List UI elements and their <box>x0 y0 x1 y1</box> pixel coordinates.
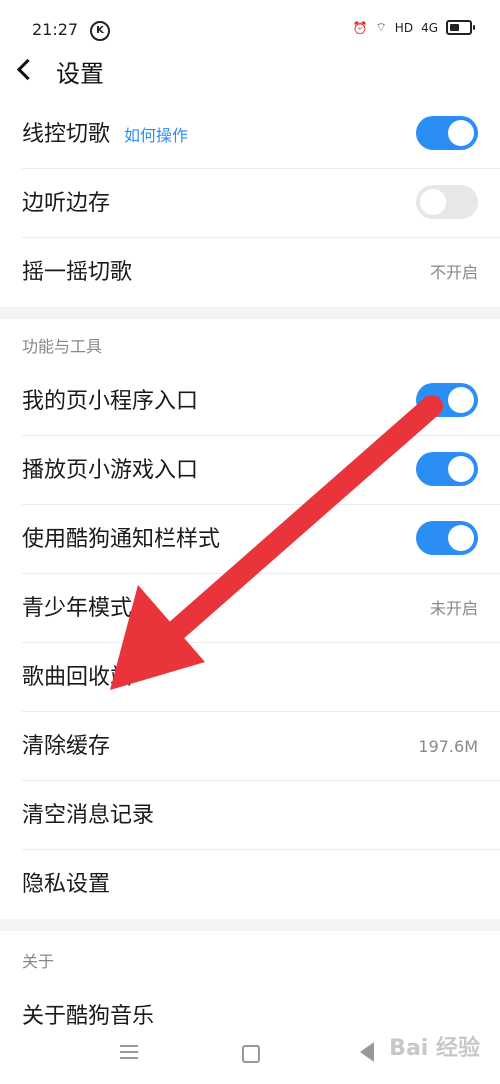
section-gap <box>0 919 500 931</box>
setting-label: 使用酷狗通知栏样式 <box>22 527 221 552</box>
page-header: 设置 <box>0 44 500 100</box>
setting-label: 清空消息记录 <box>22 803 155 828</box>
section-title-about: 关于 <box>22 952 55 971</box>
setting-label: 线控切歌 <box>22 122 111 147</box>
cache-size-value: 197.6M <box>418 737 478 756</box>
network-label: HD <box>394 20 414 35</box>
alarm-icon: ⏰ <box>352 20 368 35</box>
setting-row-listen-save[interactable]: 边听边存 <box>0 169 500 238</box>
home-icon[interactable] <box>242 1045 260 1063</box>
page-title: 设置 <box>56 60 104 88</box>
setting-row-clear-cache[interactable]: 清除缓存 197.6M <box>0 712 500 781</box>
back-icon[interactable] <box>16 58 39 81</box>
back-triangle-icon[interactable] <box>360 1042 374 1062</box>
setting-label: 播放页小游戏入口 <box>22 458 199 483</box>
setting-row-recycle-bin[interactable]: 歌曲回收站 <box>0 643 500 712</box>
status-time: 21:27 <box>32 20 79 39</box>
listen-save-toggle[interactable] <box>416 185 478 219</box>
notification-style-toggle[interactable] <box>416 521 478 555</box>
shake-value: 不开启 <box>429 263 478 282</box>
setting-row-notification-style[interactable]: 使用酷狗通知栏样式 <box>0 505 500 574</box>
setting-row-mini-game[interactable]: 播放页小游戏入口 <box>0 436 500 505</box>
mini-game-toggle[interactable] <box>416 452 478 486</box>
section-gap <box>0 307 500 319</box>
section-title-tools: 功能与工具 <box>22 337 103 356</box>
menu-icon[interactable] <box>120 1045 138 1059</box>
signal-label: 4G <box>421 20 438 35</box>
how-to-link[interactable]: 如何操作 <box>124 126 188 145</box>
setting-label: 我的页小程序入口 <box>22 389 199 414</box>
setting-row-privacy[interactable]: 隐私设置 <box>0 850 500 919</box>
setting-row-shake[interactable]: 摇一摇切歌 不开启 <box>0 238 500 307</box>
setting-row-clear-messages[interactable]: 清空消息记录 <box>0 781 500 850</box>
battery-icon <box>446 20 475 35</box>
setting-label: 边听边存 <box>22 191 111 216</box>
setting-label: 摇一摇切歌 <box>22 260 133 285</box>
setting-row-teen-mode[interactable]: 青少年模式 未开启 <box>0 574 500 643</box>
wifi-icon: ⌔ <box>375 20 387 34</box>
setting-label: 歌曲回收站 <box>22 665 133 690</box>
setting-label: 清除缓存 <box>22 734 111 759</box>
setting-label: 隐私设置 <box>22 872 111 897</box>
k-badge-icon: K <box>90 21 110 41</box>
status-bar: 21:27 K ⏰ ⌔ HD 4G <box>0 0 500 44</box>
setting-label: 青少年模式 <box>22 596 133 621</box>
watermark-logo: Bai 经验 <box>389 1036 480 1061</box>
wire-control-toggle[interactable] <box>416 116 478 150</box>
status-icons: ⏰ ⌔ HD 4G <box>352 20 475 35</box>
mini-program-toggle[interactable] <box>416 383 478 417</box>
setting-row-wire-control[interactable]: 线控切歌 如何操作 <box>0 100 500 169</box>
teen-mode-value: 未开启 <box>429 599 478 618</box>
setting-row-mini-program[interactable]: 我的页小程序入口 <box>0 367 500 436</box>
